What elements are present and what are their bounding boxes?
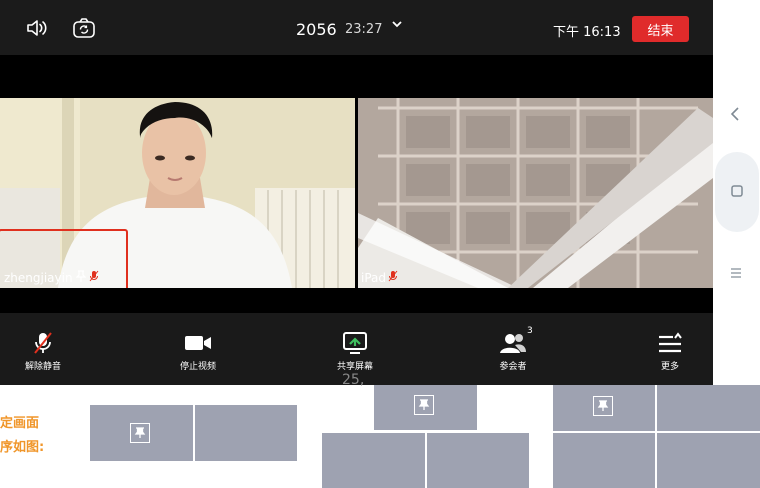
participants-count: 3 — [527, 326, 533, 336]
muted-microphone-icon — [3, 331, 83, 355]
layout-tile — [657, 433, 760, 488]
participant-nameplate: iPad — [361, 270, 398, 285]
caption-line-1: 定画面 — [0, 416, 40, 431]
muted-mic-icon — [388, 270, 398, 285]
more-menu-icon — [630, 331, 710, 355]
speaker-icon[interactable] — [25, 18, 49, 42]
layout-tile — [427, 433, 529, 488]
unmute-label: 解除静音 — [24, 362, 61, 372]
caption-line-2: 序如图: — [0, 440, 45, 455]
unmute-button[interactable]: 解除静音 — [3, 331, 83, 372]
switch-camera-icon[interactable] — [72, 17, 96, 43]
meeting-window: 2056 23:27 下午 16:13 结束 zhengjiayin iPad … — [0, 0, 713, 385]
layout-tile — [322, 433, 425, 488]
document-area: 定画面 序如图: 25, — [0, 372, 760, 488]
participants-icon: 3 — [473, 326, 553, 355]
video-tile-zhengjiayin[interactable]: zhengjiayin — [0, 98, 355, 288]
back-icon[interactable] — [729, 106, 741, 126]
participant-name: zhengjiayin — [4, 270, 73, 285]
share-screen-label: 共享屏幕 — [336, 362, 373, 372]
more-label: 更多 — [660, 362, 679, 372]
host-pin-icon — [75, 270, 87, 285]
pin-icon — [414, 395, 434, 415]
home-button[interactable] — [715, 152, 759, 232]
pin-icon — [593, 396, 613, 416]
layout-tile-pinned — [90, 405, 193, 461]
layout-tile — [195, 405, 297, 461]
participant-nameplate: zhengjiayin — [4, 270, 99, 285]
meeting-id: 2056 — [296, 20, 337, 39]
stop-video-button[interactable]: 停止视频 — [158, 331, 238, 372]
layout-tile — [657, 385, 760, 431]
system-navigation-bar — [713, 0, 760, 385]
layout-tile-pinned — [374, 385, 477, 430]
video-camera-icon — [158, 331, 238, 355]
partial-text: 25, — [342, 372, 365, 388]
recents-menu-icon[interactable] — [730, 264, 742, 283]
layout-tile-pinned — [553, 385, 655, 431]
more-button[interactable]: 更多 — [630, 331, 710, 372]
share-screen-button[interactable]: 共享屏幕 — [315, 331, 395, 372]
participants-label: 参会者 — [499, 362, 527, 372]
layout-tile — [553, 433, 655, 488]
meeting-top-bar: 2056 23:27 下午 16:13 结束 — [0, 0, 713, 55]
stop-video-label: 停止视频 — [179, 362, 216, 372]
pin-icon — [130, 423, 150, 443]
participant-name: iPad — [361, 270, 387, 285]
clock-time: 下午 16:13 — [553, 25, 621, 40]
video-feed-ceiling — [358, 98, 713, 288]
video-tile-ipad[interactable]: iPad — [358, 98, 713, 288]
end-meeting-button[interactable]: 结束 — [632, 16, 689, 42]
chevron-down-icon[interactable] — [391, 18, 403, 34]
share-screen-icon — [315, 331, 395, 355]
participants-button[interactable]: 3 参会者 — [473, 326, 553, 372]
home-icon — [730, 183, 744, 202]
meeting-duration: 23:27 — [345, 22, 383, 37]
muted-mic-icon — [89, 270, 99, 285]
